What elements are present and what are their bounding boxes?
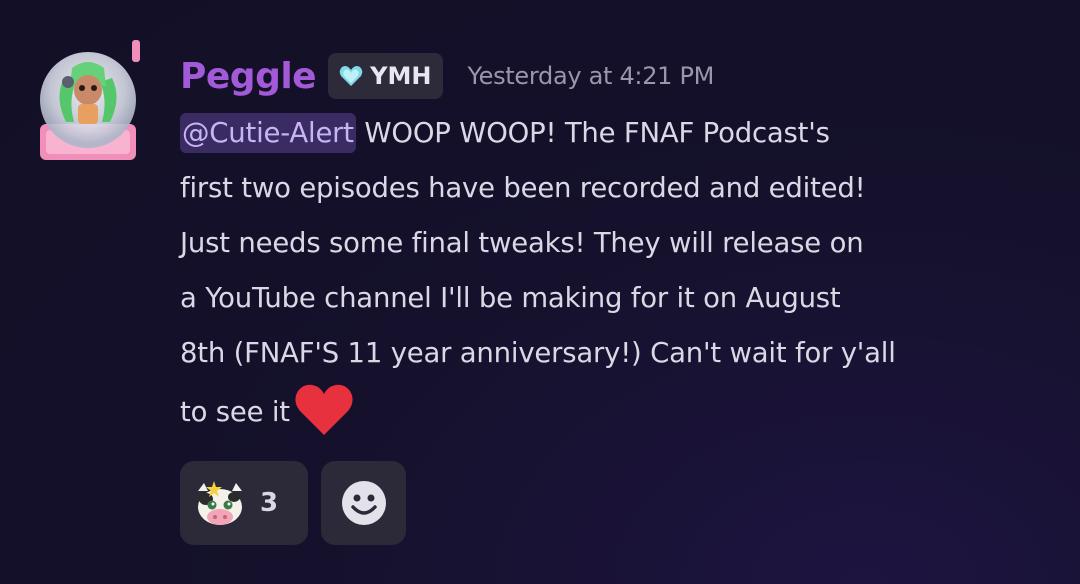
heart-badge-icon [339, 66, 363, 86]
reactions-bar: 3 [180, 461, 406, 545]
chat-message: Peggle YMH Yesterday at 4:21 PM @Cutie-A… [0, 0, 1080, 584]
add-reaction-button[interactable] [321, 461, 406, 545]
message-line: 8th (FNAF'S 11 year anniversary!) Can't … [180, 337, 896, 369]
message-line: a YouTube channel I'll be making for it … [180, 282, 841, 314]
red-heart-icon [295, 384, 353, 435]
user-mention[interactable]: @Cutie-Alert [180, 113, 356, 153]
smiley-add-reaction-icon [341, 481, 386, 525]
server-tag[interactable]: YMH [328, 53, 444, 99]
server-tag-label: YMH [370, 62, 432, 90]
timestamp[interactable]: Yesterday at 4:21 PM [467, 62, 714, 90]
reaction-cow[interactable]: 3 [180, 461, 308, 545]
reaction-count: 3 [260, 488, 279, 518]
message-content: @Cutie-Alert WOOP WOOP! The FNAF Podcast… [180, 106, 1060, 440]
message-text: to see it [180, 396, 290, 428]
message-line: Just needs some final tweaks! They will … [180, 227, 864, 259]
message-line: @Cutie-Alert WOOP WOOP! The FNAF Podcast… [180, 106, 1060, 161]
message-line: first two episodes have been recorded an… [180, 172, 866, 204]
avatar[interactable] [24, 38, 152, 166]
message-line: to see it [180, 381, 1060, 440]
snow-globe-doll-avatar-icon [40, 40, 140, 160]
username[interactable]: Peggle [180, 56, 317, 97]
cow-emoji-icon [198, 481, 242, 525]
message-header: Peggle YMH Yesterday at 4:21 PM [180, 50, 714, 102]
message-text: WOOP WOOP! The FNAF Podcast's [355, 117, 830, 149]
